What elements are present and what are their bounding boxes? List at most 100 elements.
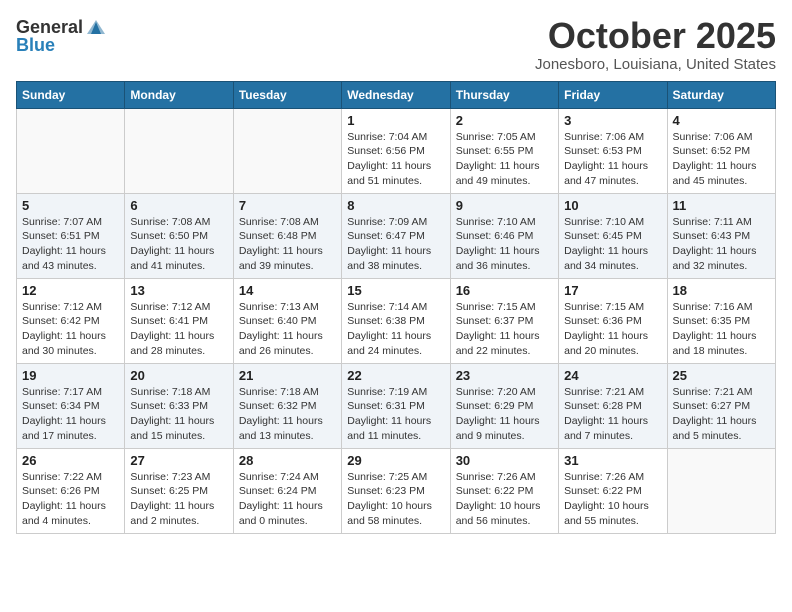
column-header-monday: Monday: [125, 81, 233, 108]
calendar-week-row: 12 Sunrise: 7:12 AM Sunset: 6:42 PM Dayli…: [17, 278, 776, 363]
day-info: Sunrise: 7:05 AM Sunset: 6:55 PM Dayligh…: [456, 130, 553, 189]
column-header-thursday: Thursday: [450, 81, 558, 108]
day-info: Sunrise: 7:26 AM Sunset: 6:22 PM Dayligh…: [564, 470, 661, 529]
day-info: Sunrise: 7:12 AM Sunset: 6:42 PM Dayligh…: [22, 300, 119, 359]
day-number: 1: [347, 113, 444, 128]
column-header-wednesday: Wednesday: [342, 81, 450, 108]
calendar-cell: 24 Sunrise: 7:21 AM Sunset: 6:28 PM Dayli…: [559, 363, 667, 448]
day-info: Sunrise: 7:14 AM Sunset: 6:38 PM Dayligh…: [347, 300, 444, 359]
day-number: 16: [456, 283, 553, 298]
day-number: 17: [564, 283, 661, 298]
column-header-tuesday: Tuesday: [233, 81, 341, 108]
calendar-cell: 3 Sunrise: 7:06 AM Sunset: 6:53 PM Daylig…: [559, 108, 667, 193]
day-info: Sunrise: 7:25 AM Sunset: 6:23 PM Dayligh…: [347, 470, 444, 529]
day-number: 9: [456, 198, 553, 213]
day-number: 4: [673, 113, 770, 128]
calendar-cell: 31Sunrise: 7:26 AM Sunset: 6:22 PM Dayli…: [559, 448, 667, 533]
day-info: Sunrise: 7:19 AM Sunset: 6:31 PM Dayligh…: [347, 385, 444, 444]
day-number: 21: [239, 368, 336, 383]
day-info: Sunrise: 7:26 AM Sunset: 6:22 PM Dayligh…: [456, 470, 553, 529]
calendar-cell: 12 Sunrise: 7:12 AM Sunset: 6:42 PM Dayli…: [17, 278, 125, 363]
calendar-week-row: 5 Sunrise: 7:07 AM Sunset: 6:51 PM Daylig…: [17, 193, 776, 278]
page-header: General Blue October 2025 Jonesboro, Lou…: [16, 16, 776, 73]
calendar-cell: [17, 108, 125, 193]
calendar-week-row: 26Sunrise: 7:22 AM Sunset: 6:26 PM Dayli…: [17, 448, 776, 533]
month-title: October 2025: [535, 16, 776, 56]
day-number: 20: [130, 368, 227, 383]
calendar-cell: 13 Sunrise: 7:12 AM Sunset: 6:41 PM Dayli…: [125, 278, 233, 363]
day-number: 10: [564, 198, 661, 213]
day-info: Sunrise: 7:09 AM Sunset: 6:47 PM Dayligh…: [347, 215, 444, 274]
calendar-header-row: SundayMondayTuesdayWednesdayThursdayFrid…: [17, 81, 776, 108]
day-info: Sunrise: 7:06 AM Sunset: 6:52 PM Dayligh…: [673, 130, 770, 189]
day-info: Sunrise: 7:10 AM Sunset: 6:46 PM Dayligh…: [456, 215, 553, 274]
location-subtitle: Jonesboro, Louisiana, United States: [535, 56, 776, 73]
calendar-cell: 27 Sunrise: 7:23 AM Sunset: 6:25 PM Dayli…: [125, 448, 233, 533]
day-number: 14: [239, 283, 336, 298]
day-info: Sunrise: 7:24 AM Sunset: 6:24 PM Dayligh…: [239, 470, 336, 529]
day-info: Sunrise: 7:21 AM Sunset: 6:28 PM Dayligh…: [564, 385, 661, 444]
day-number: 12: [22, 283, 119, 298]
day-info: Sunrise: 7:06 AM Sunset: 6:53 PM Dayligh…: [564, 130, 661, 189]
logo: General Blue: [16, 16, 107, 54]
day-info: Sunrise: 7:18 AM Sunset: 6:32 PM Dayligh…: [239, 385, 336, 444]
calendar-cell: 8 Sunrise: 7:09 AM Sunset: 6:47 PM Daylig…: [342, 193, 450, 278]
calendar-cell: 16 Sunrise: 7:15 AM Sunset: 6:37 PM Dayli…: [450, 278, 558, 363]
logo-triangle-icon: [85, 16, 107, 38]
day-number: 7: [239, 198, 336, 213]
calendar-cell: 2 Sunrise: 7:05 AM Sunset: 6:55 PM Daylig…: [450, 108, 558, 193]
day-number: 11: [673, 198, 770, 213]
day-number: 8: [347, 198, 444, 213]
day-info: Sunrise: 7:13 AM Sunset: 6:40 PM Dayligh…: [239, 300, 336, 359]
day-number: 22: [347, 368, 444, 383]
calendar-cell: [125, 108, 233, 193]
column-header-sunday: Sunday: [17, 81, 125, 108]
day-number: 2: [456, 113, 553, 128]
calendar-cell: 6 Sunrise: 7:08 AM Sunset: 6:50 PM Daylig…: [125, 193, 233, 278]
day-info: Sunrise: 7:08 AM Sunset: 6:50 PM Dayligh…: [130, 215, 227, 274]
day-info: Sunrise: 7:20 AM Sunset: 6:29 PM Dayligh…: [456, 385, 553, 444]
day-number: 13: [130, 283, 227, 298]
day-number: 6: [130, 198, 227, 213]
calendar-cell: 14 Sunrise: 7:13 AM Sunset: 6:40 PM Dayli…: [233, 278, 341, 363]
day-number: 24: [564, 368, 661, 383]
day-number: 28: [239, 453, 336, 468]
day-info: Sunrise: 7:18 AM Sunset: 6:33 PM Dayligh…: [130, 385, 227, 444]
day-info: Sunrise: 7:04 AM Sunset: 6:56 PM Dayligh…: [347, 130, 444, 189]
day-info: Sunrise: 7:07 AM Sunset: 6:51 PM Dayligh…: [22, 215, 119, 274]
calendar-cell: 19Sunrise: 7:17 AM Sunset: 6:34 PM Dayli…: [17, 363, 125, 448]
calendar-cell: 4 Sunrise: 7:06 AM Sunset: 6:52 PM Daylig…: [667, 108, 775, 193]
calendar-cell: 20 Sunrise: 7:18 AM Sunset: 6:33 PM Dayli…: [125, 363, 233, 448]
calendar-cell: [667, 448, 775, 533]
calendar-cell: 11 Sunrise: 7:11 AM Sunset: 6:43 PM Dayli…: [667, 193, 775, 278]
day-number: 5: [22, 198, 119, 213]
day-info: Sunrise: 7:15 AM Sunset: 6:36 PM Dayligh…: [564, 300, 661, 359]
calendar-cell: 5 Sunrise: 7:07 AM Sunset: 6:51 PM Daylig…: [17, 193, 125, 278]
title-block: October 2025 Jonesboro, Louisiana, Unite…: [535, 16, 776, 73]
logo-blue-text: Blue: [16, 36, 107, 54]
calendar-cell: 15Sunrise: 7:14 AM Sunset: 6:38 PM Dayli…: [342, 278, 450, 363]
calendar-cell: 9 Sunrise: 7:10 AM Sunset: 6:46 PM Daylig…: [450, 193, 558, 278]
column-header-saturday: Saturday: [667, 81, 775, 108]
day-number: 29: [347, 453, 444, 468]
calendar-cell: 21 Sunrise: 7:18 AM Sunset: 6:32 PM Dayli…: [233, 363, 341, 448]
calendar-cell: 22 Sunrise: 7:19 AM Sunset: 6:31 PM Dayli…: [342, 363, 450, 448]
day-number: 19: [22, 368, 119, 383]
day-info: Sunrise: 7:11 AM Sunset: 6:43 PM Dayligh…: [673, 215, 770, 274]
calendar-cell: 30 Sunrise: 7:26 AM Sunset: 6:22 PM Dayli…: [450, 448, 558, 533]
day-number: 30: [456, 453, 553, 468]
day-info: Sunrise: 7:16 AM Sunset: 6:35 PM Dayligh…: [673, 300, 770, 359]
calendar-cell: 17 Sunrise: 7:15 AM Sunset: 6:36 PM Dayli…: [559, 278, 667, 363]
calendar-cell: 23Sunrise: 7:20 AM Sunset: 6:29 PM Dayli…: [450, 363, 558, 448]
calendar-cell: 26Sunrise: 7:22 AM Sunset: 6:26 PM Dayli…: [17, 448, 125, 533]
column-header-friday: Friday: [559, 81, 667, 108]
day-info: Sunrise: 7:23 AM Sunset: 6:25 PM Dayligh…: [130, 470, 227, 529]
day-number: 27: [130, 453, 227, 468]
day-info: Sunrise: 7:10 AM Sunset: 6:45 PM Dayligh…: [564, 215, 661, 274]
calendar-cell: 29 Sunrise: 7:25 AM Sunset: 6:23 PM Dayli…: [342, 448, 450, 533]
calendar-week-row: 1 Sunrise: 7:04 AM Sunset: 6:56 PM Daylig…: [17, 108, 776, 193]
day-number: 3: [564, 113, 661, 128]
calendar-cell: 1 Sunrise: 7:04 AM Sunset: 6:56 PM Daylig…: [342, 108, 450, 193]
day-info: Sunrise: 7:12 AM Sunset: 6:41 PM Dayligh…: [130, 300, 227, 359]
day-info: Sunrise: 7:15 AM Sunset: 6:37 PM Dayligh…: [456, 300, 553, 359]
